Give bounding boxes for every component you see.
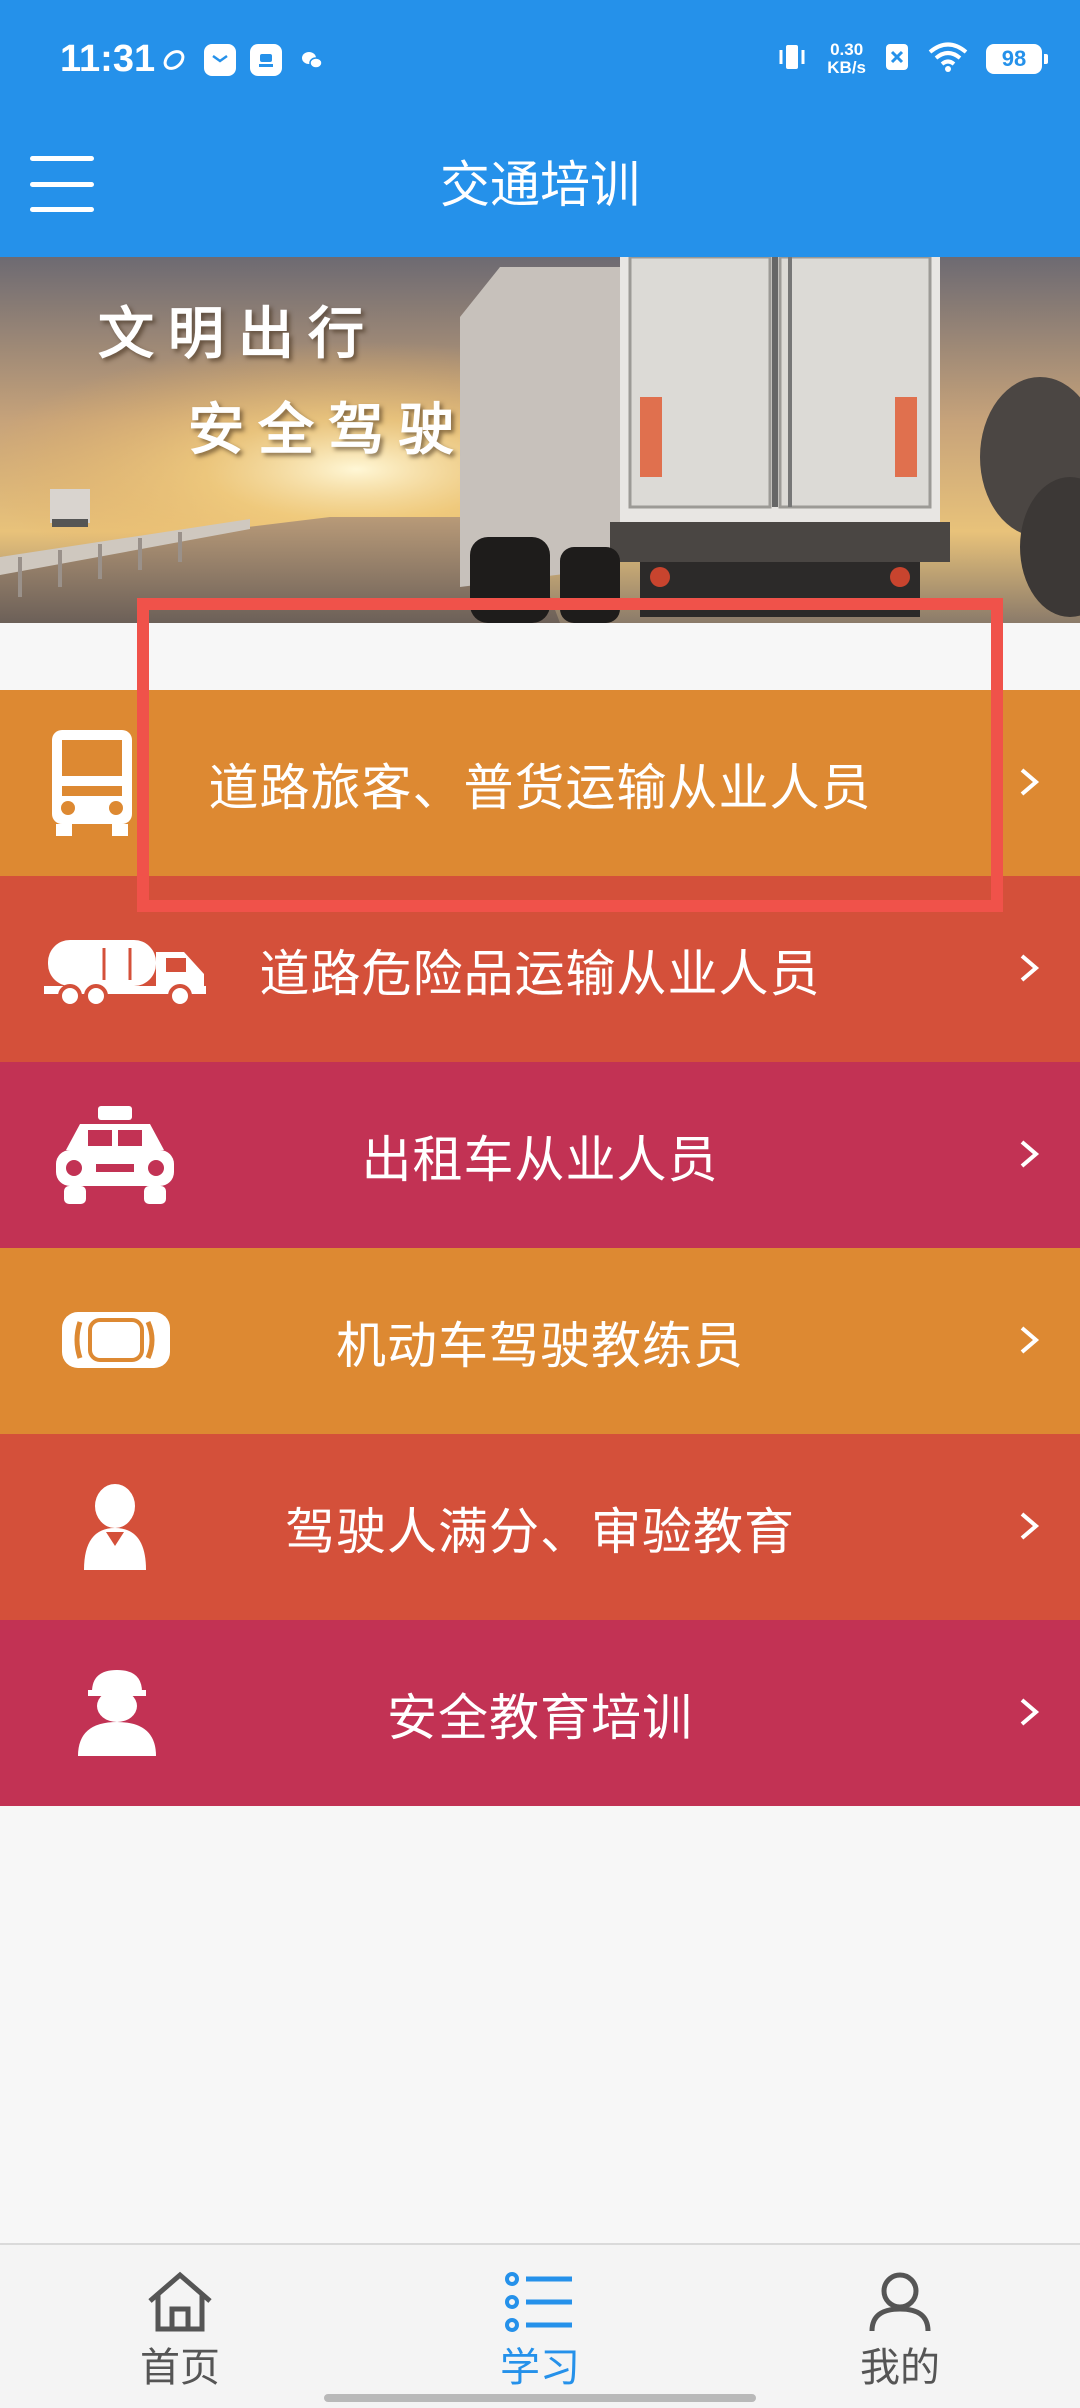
page-title: 交通培训 (440, 156, 640, 214)
category-item-taxi[interactable]: 出租车从业人员 (0, 1062, 1080, 1248)
nav-item-profile[interactable]: 我的 (800, 2271, 1000, 2393)
bottom-nav: 首页 学习 我的 (0, 2243, 1080, 2408)
home-icon (148, 2271, 212, 2332)
bank-app-icon (250, 44, 282, 76)
category-label: 驾驶人满分、审验教育 (285, 1503, 795, 1561)
chevron-right-icon (1014, 1320, 1044, 1360)
category-item-safety-training[interactable]: 安全教育培训 (0, 1620, 1080, 1806)
category-label: 安全教育培训 (387, 1689, 693, 1747)
chevron-right-icon (1014, 1506, 1044, 1546)
sim-x-icon (884, 42, 910, 76)
wechat-icon (296, 44, 328, 76)
chevron-right-icon (1014, 948, 1044, 988)
nav-item-study[interactable]: 学习 (440, 2271, 640, 2393)
nav-label-profile: 我的 (860, 2345, 940, 2391)
network-speed: 0.30 KB/s (827, 41, 866, 77)
leaf-app-icon (158, 44, 190, 76)
list-icon (505, 2272, 572, 2332)
battery-indicator: 98 (986, 44, 1048, 74)
chevron-right-icon (1014, 762, 1044, 802)
nav-label-home: 首页 (140, 2345, 220, 2391)
network-speed-unit: KB/s (827, 58, 866, 77)
banner-slogan-line1: 文明出行 (98, 301, 378, 367)
nav-label-study: 学习 (500, 2345, 580, 2391)
category-label: 出租车从业人员 (361, 1131, 719, 1189)
vibrate-icon (775, 40, 809, 78)
network-speed-value: 0.30 (830, 40, 864, 59)
category-item-driving-instructor[interactable]: 机动车驾驶教练员 (0, 1248, 1080, 1434)
status-right: 0.30 KB/s 98 (775, 40, 1048, 78)
banner-slogan-line2: 安全驾驶 (188, 397, 468, 463)
category-label: 道路危险品运输从业人员 (259, 945, 821, 1003)
notification-icons (158, 44, 328, 76)
wifi-icon (928, 41, 968, 77)
home-indicator-bar[interactable] (324, 2394, 756, 2402)
app-header: 11:31 0.30 KB/s 98 交通培训 (0, 0, 1080, 257)
chevron-right-icon (1014, 1692, 1044, 1732)
chevron-right-icon (1014, 1134, 1044, 1174)
status-bar: 11:31 0.30 KB/s 98 (0, 0, 1080, 130)
message-app-icon (204, 44, 236, 76)
user-icon (869, 2272, 931, 2332)
highlight-annotation-box (137, 598, 1003, 912)
nav-item-home[interactable]: 首页 (80, 2271, 280, 2393)
banner-image: 文明出行 安全驾驶 (0, 257, 1080, 623)
category-item-driver-penalty-education[interactable]: 驾驶人满分、审验教育 (0, 1434, 1080, 1620)
category-label: 机动车驾驶教练员 (336, 1317, 744, 1375)
status-time: 11:31 (60, 38, 156, 80)
